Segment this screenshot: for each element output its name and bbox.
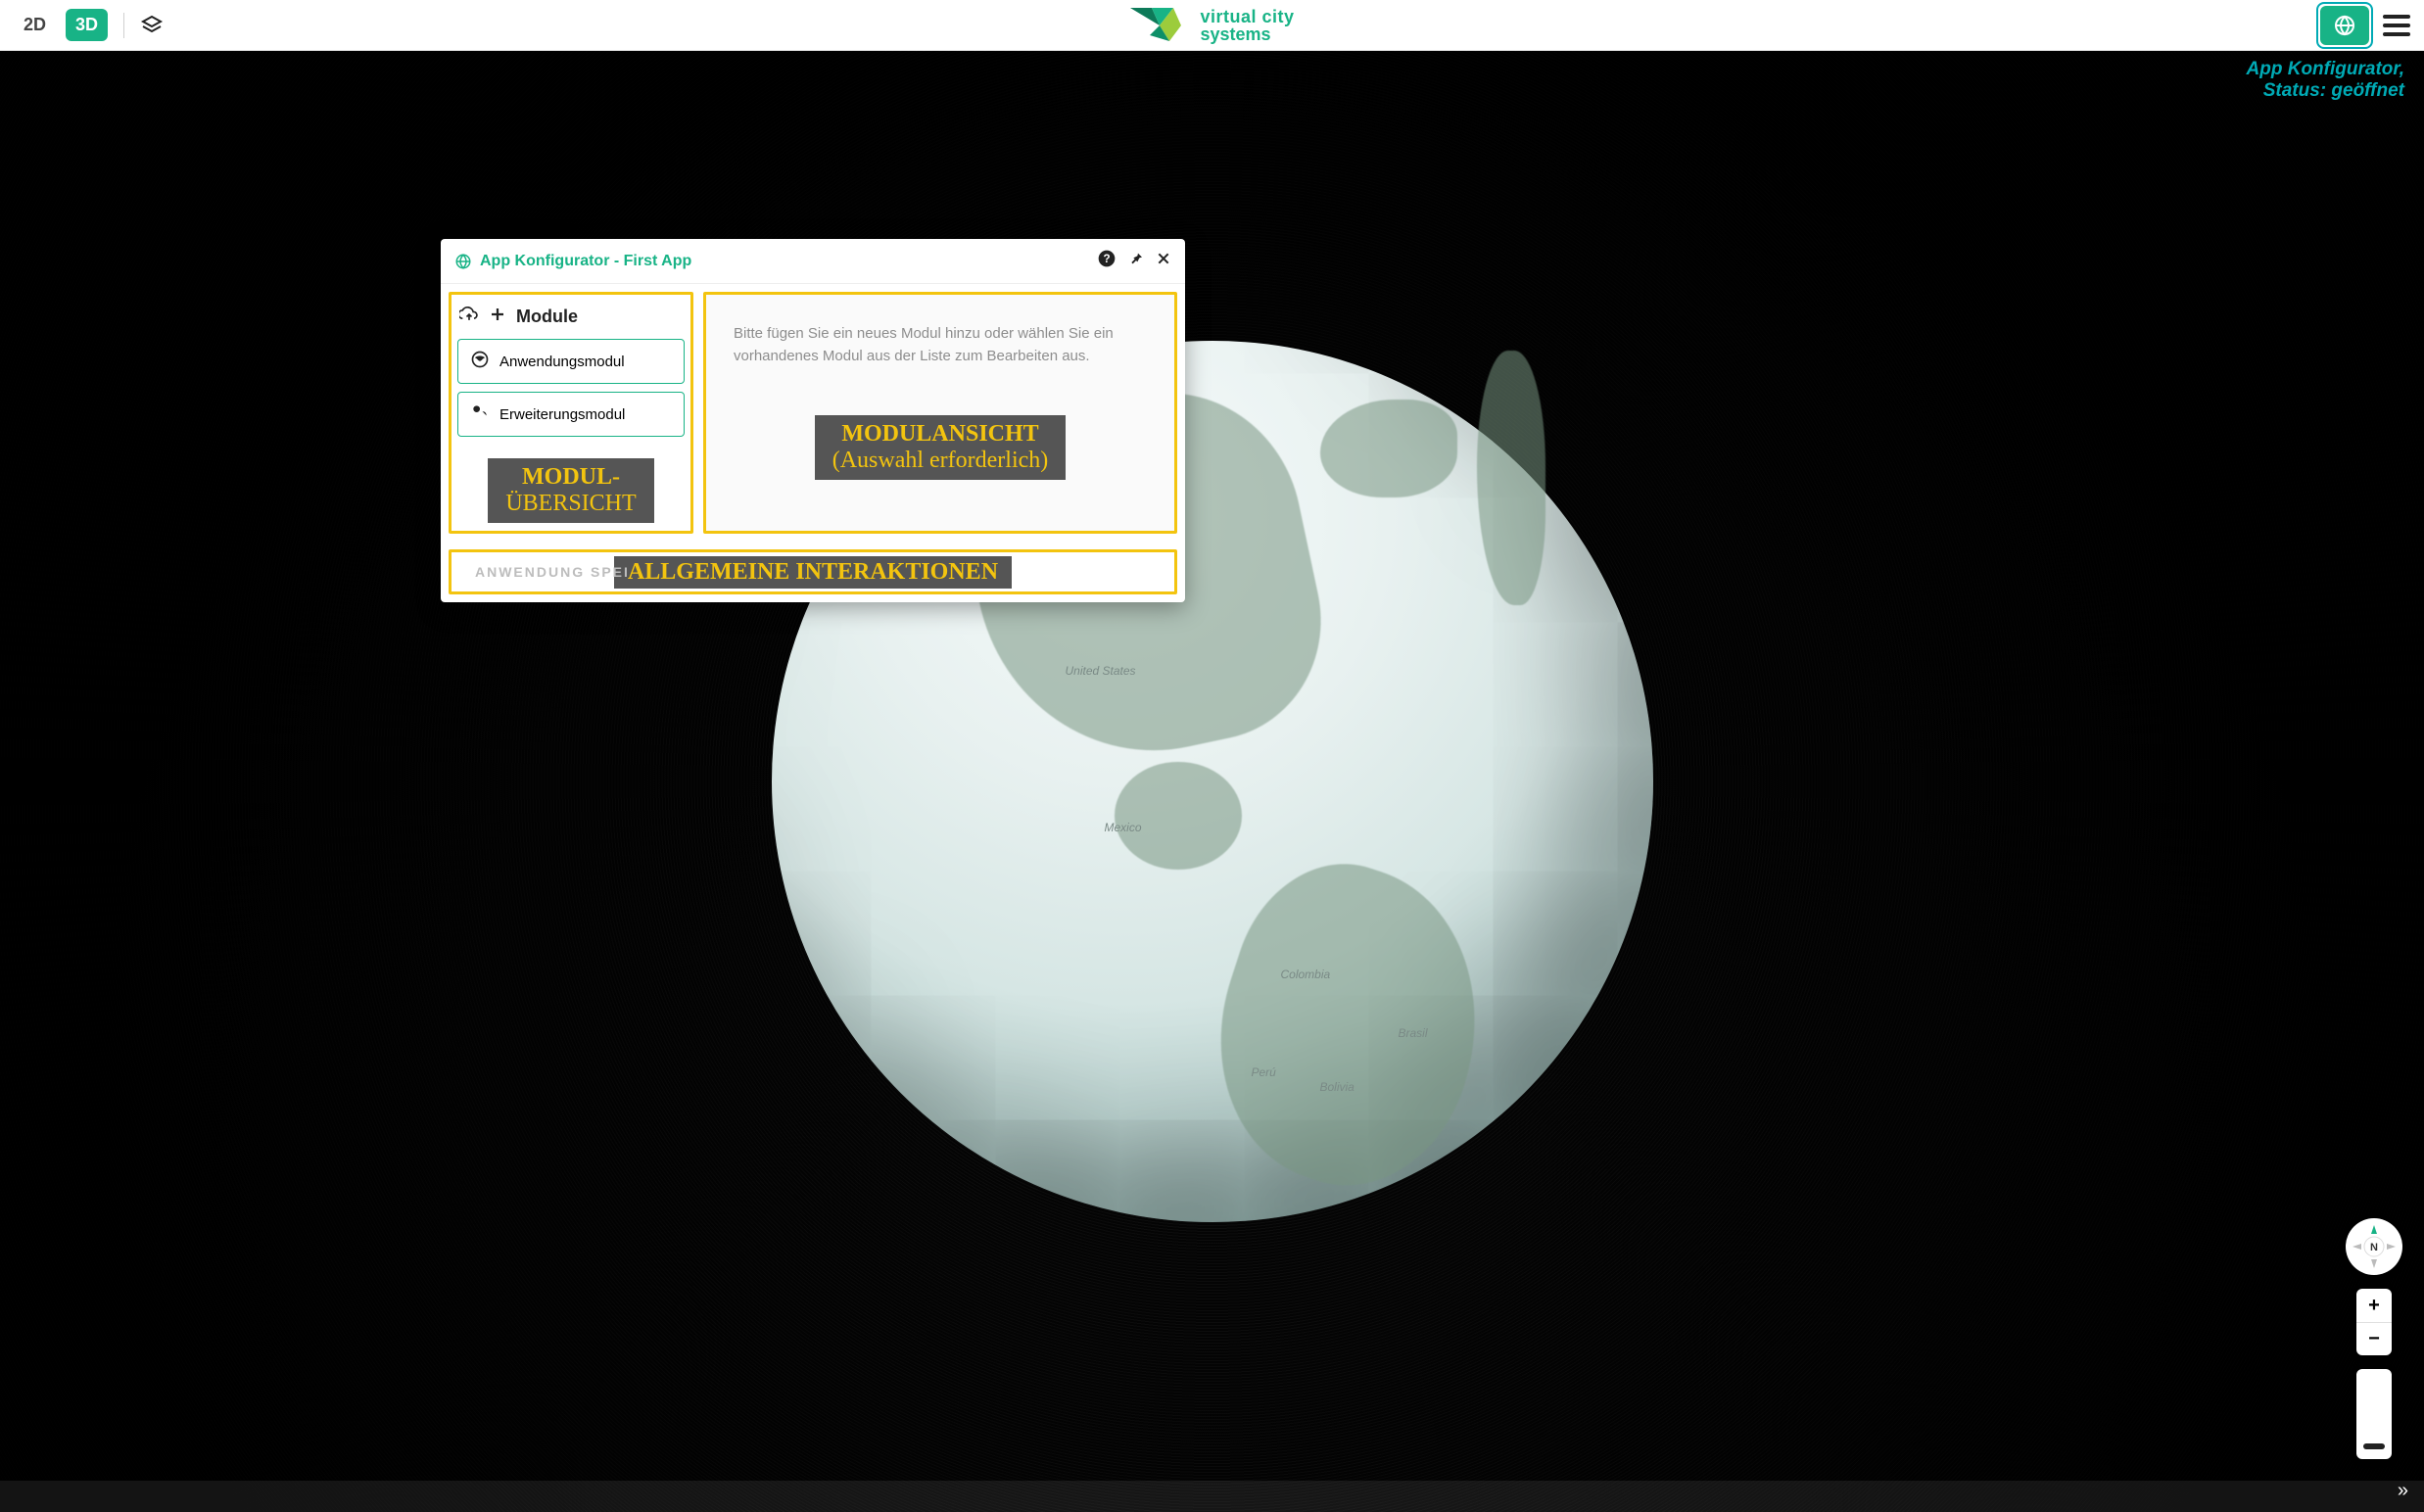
- status-line2: Status: geöffnet: [2247, 80, 2404, 102]
- brand-logo: virtual city systems: [1129, 8, 1294, 43]
- module-item-anwendung[interactable]: Anwendungsmodul: [457, 339, 685, 384]
- close-icon[interactable]: [1156, 251, 1171, 271]
- app-module-icon: [470, 350, 490, 373]
- logo-mark-icon: [1129, 8, 1188, 43]
- view-2d-button[interactable]: 2D: [14, 9, 56, 41]
- app-configurator-button[interactable]: [2320, 6, 2369, 45]
- module-view-section: Bitte fügen Sie ein neues Modul hinzu od…: [703, 292, 1177, 534]
- svg-text:?: ?: [1103, 253, 1110, 265]
- panel-title-text: App Konfigurator - First App: [480, 253, 691, 270]
- panel-header: App Konfigurator - First App ?: [441, 239, 1185, 284]
- bottom-bar: [0, 1481, 2424, 1512]
- pin-icon[interactable]: [1128, 251, 1144, 271]
- extension-module-icon: [470, 402, 490, 426]
- module-view-placeholder: Bitte fügen Sie ein neues Modul hinzu od…: [734, 322, 1147, 368]
- add-module-icon[interactable]: [489, 306, 506, 328]
- globe-icon: [2333, 14, 2356, 37]
- app-configurator-highlight: [2316, 2, 2373, 49]
- topbar-left: 2D 3D: [14, 9, 164, 41]
- module-item-label: Erweiterungsmodul: [499, 406, 625, 423]
- save-application-button[interactable]: ANWENDUNG SPEI: [475, 564, 630, 580]
- menu-button[interactable]: [2383, 15, 2410, 36]
- module-item-erweiterung[interactable]: Erweiterungsmodul: [457, 392, 685, 437]
- zoom-controls: + −: [2356, 1289, 2392, 1355]
- divider: [123, 13, 124, 38]
- module-section-title: Module: [516, 307, 578, 327]
- zoom-in-button[interactable]: +: [2356, 1289, 2392, 1322]
- annotation-module-view: MODULANSICHT (Auswahl erforderlich): [815, 415, 1067, 480]
- brand-line2: systems: [1200, 25, 1294, 43]
- upload-icon[interactable]: [459, 305, 479, 329]
- zoom-out-button[interactable]: −: [2356, 1322, 2392, 1355]
- status-line1: App Konfigurator,: [2247, 59, 2404, 80]
- compass-icon: N: [2350, 1222, 2399, 1271]
- svg-text:N: N: [2370, 1242, 2378, 1253]
- globe-icon: [454, 253, 472, 270]
- topbar-right: [2316, 2, 2410, 49]
- help-icon[interactable]: ?: [1097, 249, 1117, 273]
- annotation-general-interactions: ALLGEMEINE INTERAKTIONEN: [614, 556, 1012, 589]
- brand-line1: virtual city: [1200, 8, 1294, 25]
- compass-button[interactable]: N: [2346, 1218, 2402, 1275]
- map-controls: N + −: [2346, 1218, 2402, 1459]
- view-3d-button[interactable]: 3D: [66, 9, 108, 41]
- tilt-slider-handle[interactable]: [2363, 1443, 2385, 1449]
- topbar: 2D 3D virtual city systems: [0, 0, 2424, 51]
- layers-icon[interactable]: [140, 14, 164, 37]
- module-item-label: Anwendungsmodul: [499, 354, 625, 370]
- module-overview-section: Module Anwendungsmodul Erweiterungsmodul…: [449, 292, 693, 534]
- app-configurator-panel: App Konfigurator - First App ? M: [441, 239, 1185, 602]
- general-interactions-section: ANWENDUNG SPEI ALLGEMEINE INTERAKTIONEN: [449, 549, 1177, 594]
- map-viewport[interactable]: Canada United States Mexico Colombia Per…: [0, 51, 2424, 1512]
- annotation-module-overview: MODUL- ÜBERSICHT: [488, 458, 653, 523]
- expand-bottom-icon[interactable]: »: [2398, 1480, 2408, 1502]
- tilt-slider[interactable]: [2356, 1369, 2392, 1459]
- status-label: App Konfigurator, Status: geöffnet: [2247, 59, 2404, 102]
